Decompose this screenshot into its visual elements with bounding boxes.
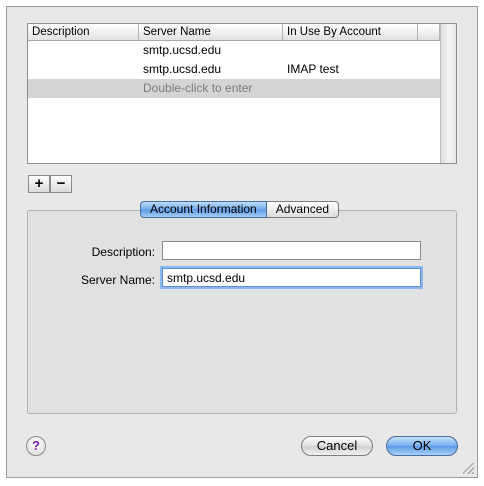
tab-advanced[interactable]: Advanced	[266, 201, 340, 218]
column-header-in-use-by-account[interactable]: In Use By Account	[283, 24, 418, 40]
table-row[interactable]: smtp.ucsd.edu	[28, 41, 441, 60]
table-row[interactable]: smtp.ucsd.edu IMAP test	[28, 60, 441, 79]
row-server-name-placeholder[interactable]: Double-click to enter	[139, 79, 283, 98]
row-in-use-by	[283, 79, 418, 98]
column-header-server-name[interactable]: Server Name	[139, 24, 283, 40]
server-name-label: Server Name:	[80, 273, 155, 287]
tab-bar: Account Information Advanced	[140, 201, 340, 218]
smtp-server-table[interactable]: Description Server Name In Use By Accoun…	[27, 23, 457, 164]
help-button[interactable]: ?	[26, 436, 46, 456]
description-label: Description:	[91, 245, 155, 259]
smtp-server-sheet: Description Server Name In Use By Accoun…	[6, 6, 478, 478]
row-in-use-by	[283, 41, 418, 60]
column-header-spacer	[418, 24, 440, 40]
row-server-name: smtp.ucsd.edu	[143, 62, 222, 76]
row-in-use-by: IMAP test	[287, 62, 339, 76]
server-name-field[interactable]	[162, 268, 421, 287]
add-server-button[interactable]: +	[28, 175, 50, 193]
cancel-button[interactable]: Cancel	[301, 436, 373, 456]
table-row-selected[interactable]: Double-click to enter	[28, 79, 441, 98]
ok-button[interactable]: OK	[386, 436, 458, 456]
table-header: Description Server Name In Use By Accoun…	[28, 24, 456, 41]
tab-account-information[interactable]: Account Information	[140, 201, 267, 218]
table-vertical-scrollbar[interactable]	[440, 24, 456, 163]
question-mark-icon: ?	[32, 438, 40, 453]
remove-server-button[interactable]: −	[50, 175, 72, 193]
column-header-description[interactable]: Description	[28, 24, 139, 40]
row-server-name: smtp.ucsd.edu	[143, 43, 222, 57]
resize-grip-icon[interactable]	[463, 463, 474, 474]
description-field[interactable]	[162, 241, 421, 260]
